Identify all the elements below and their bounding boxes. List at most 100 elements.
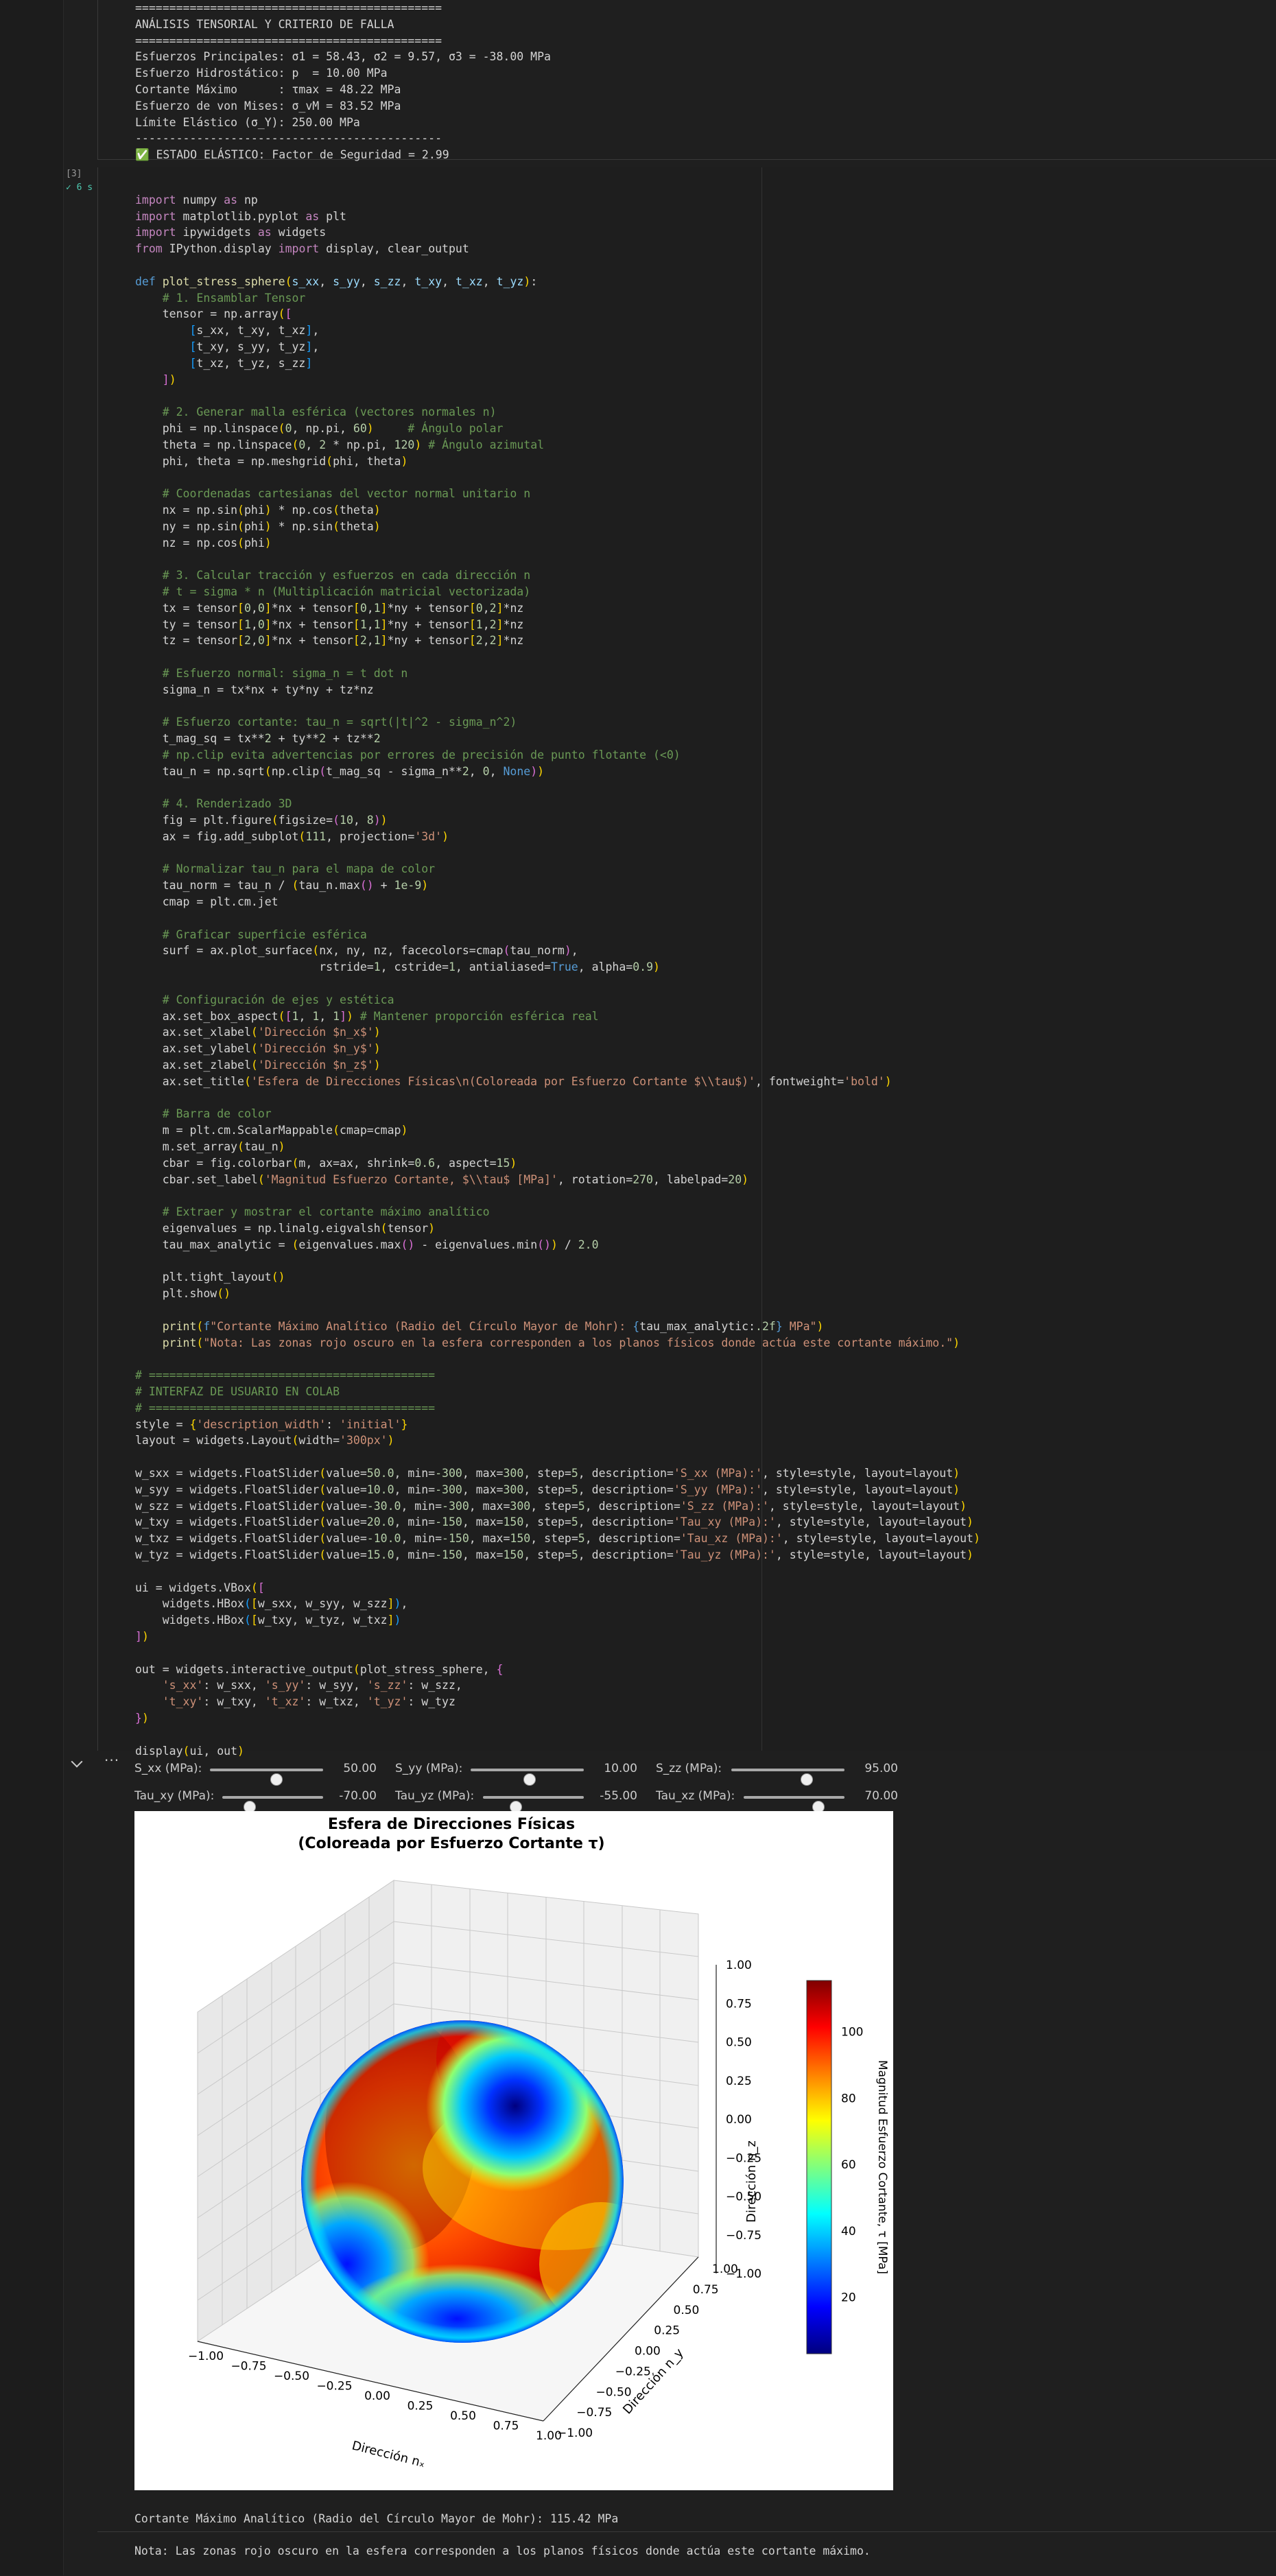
tick-label: 60 <box>841 2158 856 2172</box>
code-line: ax.set_zlabel('Dirección $n_z$') <box>135 1059 381 1072</box>
code-line: [t_xy, s_yy, t_yz], <box>189 340 320 353</box>
tick-label: 0.25 <box>407 2400 434 2413</box>
slider-thumb[interactable] <box>523 1773 536 1786</box>
code-line: print(f"Cortante Máximo Analítico (Radio… <box>162 1319 824 1333</box>
code-line: [s_xx, t_xy, t_xz], <box>189 324 320 338</box>
code-line: tensor = np.array([ <box>135 307 292 321</box>
code-line: 't_xy': w_txy, 't_xz': w_txz, 't_yz': w_… <box>162 1695 456 1709</box>
collapse-output-icon[interactable] <box>71 1756 83 1768</box>
code-cell[interactable]: import numpy as np import matplotlib.pyp… <box>97 167 1276 1758</box>
slider-track[interactable] <box>731 1769 844 1786</box>
code-line: t_mag_sq = tx**2 + ty**2 + tz**2 <box>135 732 381 746</box>
code-line: # Extraer y mostrar el cortante máximo a… <box>162 1205 490 1219</box>
slider-thumb[interactable] <box>270 1773 283 1786</box>
code-line: ax.set_ylabel('Dirección $n_y$') <box>135 1042 381 1056</box>
colorbar-label: Magnitud Esfuerzo Cortante, τ [MPa] <box>875 2060 889 2274</box>
tick-label: 0.00 <box>726 2113 752 2127</box>
code-line: tx = tensor[0,0]*nx + tensor[0,1]*ny + t… <box>135 601 524 615</box>
slider-tyz[interactable]: Tau_yz (MPa): -55.00 <box>395 1786 656 1813</box>
slider-szz[interactable]: S_zz (MPa): 95.00 <box>656 1759 917 1786</box>
slider-track[interactable] <box>483 1796 584 1813</box>
tick-label: −0.50 <box>596 2385 632 2399</box>
slider-thumb[interactable] <box>800 1773 813 1786</box>
tick-label: 80 <box>841 2092 856 2105</box>
output-line: Nota: Las zonas rojo oscuro en la esfera… <box>134 2544 871 2558</box>
code-line: # Barra de color <box>162 1107 272 1121</box>
output-line: ANÁLISIS TENSORIAL Y CRITERIO DE FALLA <box>135 17 394 31</box>
slider-track[interactable] <box>744 1796 844 1813</box>
more-actions-icon[interactable]: ··· <box>104 1752 119 1769</box>
tick-label: −0.50 <box>274 2370 309 2383</box>
code-line: tau_norm = tau_n / (tau_n.max() + 1e-9) <box>135 879 429 893</box>
tick-label: 0.50 <box>674 2304 700 2317</box>
tick-label: −0.25 <box>615 2365 651 2378</box>
code-line: nz = np.cos(phi) <box>135 536 272 550</box>
code-line: [t_xz, t_yz, s_zz] <box>189 356 313 370</box>
code-line: # 4. Renderizado 3D <box>162 797 292 811</box>
slider-track[interactable] <box>471 1769 584 1786</box>
code-line: surf = ax.plot_surface(nx, ny, nz, facec… <box>135 944 578 958</box>
tick-label: −1.00 <box>726 2267 761 2281</box>
code-line: tz = tensor[2,0]*nx + tensor[2,1]*ny + t… <box>135 634 524 648</box>
slider-value[interactable]: -55.00 <box>591 1789 637 1803</box>
slider-value[interactable]: 50.00 <box>330 1762 377 1775</box>
code-line: w_tyz = widgets.FloatSlider(value=15.0, … <box>135 1548 973 1561</box>
code-line: # 2. Generar malla esférica (vectores no… <box>162 405 497 419</box>
code-line: theta = np.linspace(0, 2 * np.pi, 120) #… <box>135 438 545 451</box>
output-text: ========================================… <box>135 0 551 163</box>
output-line: ========================================… <box>135 34 442 47</box>
code-line: ]) <box>162 373 176 386</box>
exec-time-label: ✓ 6 s <box>66 182 93 193</box>
slider-label: S_xx (MPa): <box>134 1762 202 1775</box>
code-line: print("Nota: Las zonas rojo oscuro en la… <box>162 1336 960 1349</box>
code-line: style = {'description_width': 'initial'} <box>135 1417 408 1431</box>
tick-label: 0.50 <box>726 2036 752 2050</box>
code-line: tau_max_analytic = (eigenvalues.max() - … <box>135 1238 599 1251</box>
tick-label: 1.00 <box>726 1959 752 1972</box>
tick-label: 0.00 <box>635 2345 661 2359</box>
execution-count: [3] ✓ 6 s <box>66 167 93 195</box>
output-line: Límite Elástico (σ_Y): 250.00 MPa <box>135 115 360 129</box>
tick-label: 40 <box>841 2225 856 2238</box>
slider-sxx[interactable]: S_xx (MPa): 50.00 <box>134 1759 395 1786</box>
code-line: ty = tensor[1,0]*nx + tensor[1,1]*ny + t… <box>135 617 524 631</box>
code-line: w_txy = widgets.FloatSlider(value=20.0, … <box>135 1515 973 1529</box>
colorbar <box>806 1980 832 2354</box>
code-line: 's_xx': w_sxx, 's_yy': w_syy, 's_zz': w_… <box>162 1679 462 1692</box>
slider-value[interactable]: 70.00 <box>851 1789 898 1803</box>
slider-txz[interactable]: Tau_xz (MPa): 70.00 <box>656 1786 917 1813</box>
code-line: widgets.HBox([w_txy, w_tyz, w_txz]) <box>135 1614 401 1627</box>
code-line: w_sxx = widgets.FloatSlider(value=50.0, … <box>135 1466 960 1480</box>
figure-title-line2: (Coloreada por Esfuerzo Cortante τ) <box>298 1835 604 1852</box>
cell-divider <box>97 2531 1276 2532</box>
slider-value[interactable]: -70.00 <box>330 1789 377 1803</box>
slider-label: Tau_xz (MPa): <box>656 1789 735 1803</box>
code-line: m = plt.cm.ScalarMappable(cmap=cmap) <box>135 1124 408 1137</box>
code-line: ax = fig.add_subplot(111, projection='3d… <box>135 829 449 843</box>
slider-label: Tau_yz (MPa): <box>395 1789 475 1803</box>
figure-svg: Esfera de Direcciones Físicas (Coloreada… <box>188 1816 889 2470</box>
tick-label: 0.75 <box>693 2283 719 2297</box>
code-line: out = widgets.interactive_output(plot_st… <box>135 1662 504 1676</box>
code-line: # np.clip evita advertencias por errores… <box>162 748 681 761</box>
code-line: cbar.set_label('Magnitud Esfuerzo Cortan… <box>135 1172 749 1186</box>
code-line: # Graficar superficie esférica <box>162 927 367 941</box>
code-line: sigma_n = tx*nx + ty*ny + tz*nz <box>135 683 374 696</box>
tick-label: 0.50 <box>450 2409 476 2423</box>
slider-txy[interactable]: Tau_xy (MPa): -70.00 <box>134 1786 395 1813</box>
code-line: display(ui, out) <box>135 1744 244 1758</box>
code-line: nx = np.sin(phi) * np.cos(theta) <box>135 503 381 517</box>
code-line: w_szz = widgets.FloatSlider(value=-30.0,… <box>135 1499 967 1513</box>
previous-cell-output: ========================================… <box>97 0 1276 163</box>
tick-label: −1.00 <box>188 2350 224 2363</box>
tick-label: −0.75 <box>726 2229 761 2243</box>
code-line: # t = sigma * n (Multiplicación matricia… <box>162 584 531 598</box>
slider-syy[interactable]: S_yy (MPa): 10.00 <box>395 1759 656 1786</box>
slider-track[interactable] <box>210 1769 323 1786</box>
code-editor[interactable]: import numpy as np import matplotlib.pyp… <box>135 176 980 1775</box>
slider-value[interactable]: 95.00 <box>851 1762 898 1775</box>
slider-track[interactable] <box>222 1796 323 1813</box>
code-line: widgets.HBox([w_sxx, w_syy, w_szz]), <box>135 1597 408 1611</box>
slider-value[interactable]: 10.00 <box>591 1762 637 1775</box>
code-line: ax.set_title('Esfera de Direcciones Físi… <box>135 1074 892 1088</box>
